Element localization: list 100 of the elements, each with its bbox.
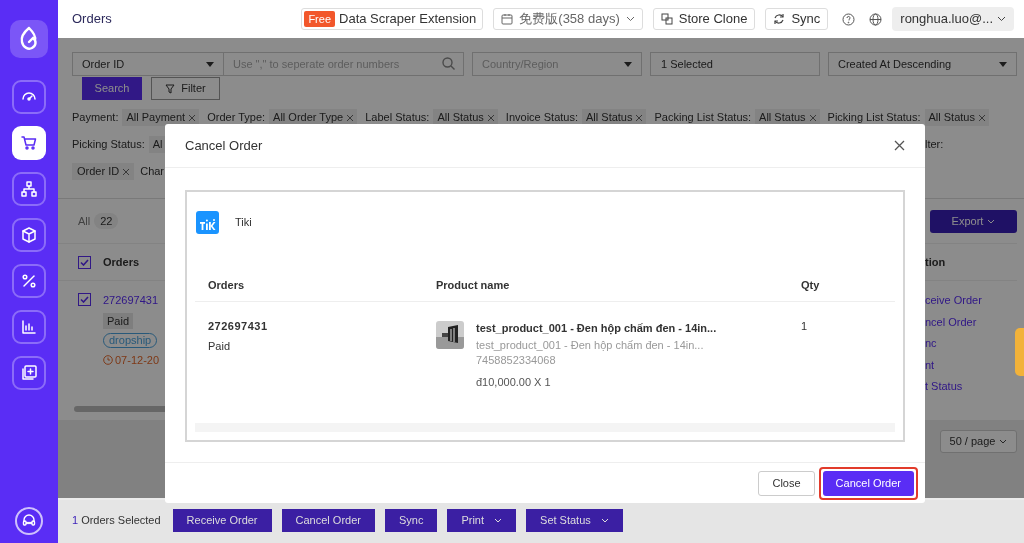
close-icon: [347, 114, 354, 121]
help-icon[interactable]: [842, 12, 856, 26]
sidebar-item[interactable]: [12, 264, 46, 298]
search-button[interactable]: Search: [82, 77, 142, 100]
action-button[interactable]: Set Status: [526, 509, 623, 532]
filter-label: Label Status:: [365, 110, 430, 126]
add-copy-icon: [21, 365, 37, 381]
selected-count: 1: [72, 513, 79, 529]
action-button[interactable]: Sync: [384, 509, 438, 532]
sidebar-item[interactable]: [12, 172, 46, 206]
action-link[interactable]: nt: [925, 356, 1017, 373]
close-icon: [189, 114, 196, 121]
search-icon: [442, 57, 455, 70]
cancel-order-button[interactable]: Cancel Order: [822, 470, 914, 496]
sidebar-item[interactable]: [12, 126, 46, 160]
clone-icon: [660, 13, 673, 25]
filter-button[interactable]: Filter: [151, 77, 220, 100]
sidebar-item[interactable]: [12, 310, 46, 344]
sort-select[interactable]: Created At Descending: [828, 52, 1017, 76]
free-badge: Free: [304, 11, 335, 27]
calendar-icon: [501, 13, 514, 25]
action-link[interactable]: t Status: [925, 378, 1017, 395]
order-date: 07-12-20: [115, 352, 160, 368]
filter-label: lter:: [925, 137, 945, 153]
column-header: Product name: [435, 278, 511, 294]
action-button[interactable]: Receive Order: [172, 509, 272, 532]
store-select[interactable]: 1 Selected: [650, 52, 820, 76]
sync-button[interactable]: Sync: [765, 8, 829, 30]
cube-icon: [21, 227, 37, 243]
close-button[interactable]: Close: [758, 470, 815, 496]
product-title: test_product_001 - Đen hộp chấm đen - 14in...: [476, 321, 717, 336]
filter-label: Payment:: [72, 110, 119, 126]
funnel-icon: [165, 83, 176, 94]
store-logo: [196, 211, 219, 234]
globe-icon[interactable]: [869, 12, 883, 26]
filter-chip[interactable]: Order ID: [72, 163, 135, 180]
chevron-down-icon: [999, 439, 1008, 444]
bar-chart-icon: [21, 319, 37, 335]
cart-icon: [21, 135, 37, 151]
filter-label: Packing List Status:: [654, 110, 752, 126]
order-number: 272697431: [208, 319, 269, 334]
close-icon: [809, 114, 816, 121]
order-link[interactable]: 272697431: [103, 292, 159, 309]
chevron-down-icon: [625, 16, 635, 22]
action-link[interactable]: ncel Order: [925, 313, 1017, 330]
sidebar-item[interactable]: [12, 80, 46, 114]
column-header: tion: [925, 254, 947, 270]
tab[interactable]: All: [78, 212, 91, 230]
caret-icon: [206, 61, 214, 67]
column-header: Orders: [207, 278, 246, 294]
percent-icon: [21, 273, 37, 289]
sidebar-item[interactable]: [12, 218, 46, 252]
field-select[interactable]: Order ID: [72, 52, 224, 76]
dialog-title: Cancel Order: [185, 136, 263, 155]
column-header: Qty: [800, 278, 820, 294]
extension-button[interactable]: Free Data Scraper Extension: [301, 8, 484, 30]
page-title: Orders: [72, 10, 112, 29]
close-icon: [636, 114, 643, 121]
refresh-icon: [773, 13, 786, 25]
support-headset-icon[interactable]: [15, 507, 43, 535]
close-icon: [123, 168, 130, 175]
plan-select[interactable]: 免费版(358 days): [493, 8, 643, 30]
filter-label: Invoice Status:: [505, 110, 578, 126]
hierarchy-icon: [21, 181, 37, 197]
filter-chip[interactable]: All Payment: [122, 109, 200, 126]
page-size-select[interactable]: 50 / page: [940, 430, 1017, 453]
filter-label: Picking Status:: [72, 137, 145, 153]
caret-icon: [999, 61, 1007, 67]
filter-label: Order Type:: [207, 110, 266, 126]
account-menu[interactable]: ronghua.luo@...: [892, 7, 1014, 31]
store-clone-button[interactable]: Store Clone: [652, 8, 756, 30]
sidebar-item[interactable]: [12, 356, 46, 390]
product-variant: test_product_001 - Đen hộp chấm đen - 14in...: [476, 338, 705, 353]
checkbox[interactable]: [78, 293, 91, 306]
action-link[interactable]: nc: [925, 335, 1017, 352]
close-icon: [978, 114, 985, 121]
export-button[interactable]: Export: [930, 209, 1017, 233]
product-price: đ10,000.00 X 1: [476, 375, 552, 390]
action-button[interactable]: Cancel Order: [281, 509, 375, 532]
status-tag: Paid: [103, 312, 134, 329]
close-icon: [487, 114, 494, 121]
product-sku: 7458852334068: [476, 353, 557, 368]
close-icon[interactable]: [894, 140, 905, 151]
action-button[interactable]: Print: [447, 509, 517, 532]
store-name: Tiki: [235, 215, 252, 231]
caret-icon: [624, 61, 632, 67]
checkbox[interactable]: [78, 255, 91, 269]
count-badge: 22: [94, 212, 119, 230]
chevron-down-icon: [494, 518, 503, 523]
order-status: Paid: [208, 338, 232, 354]
quantity: 1: [800, 319, 808, 334]
action-link[interactable]: ceive Order: [925, 292, 1017, 309]
chevron-down-icon: [600, 518, 609, 523]
selected-label: Orders Selected: [81, 513, 161, 529]
chevron-down-icon: [987, 218, 996, 224]
clock-icon: [103, 354, 113, 365]
filter-label: Picking List Status:: [827, 110, 921, 126]
filter-tag[interactable]: Al: [148, 136, 167, 153]
app-logo: [10, 20, 48, 58]
filter-chip[interactable]: All Status: [924, 109, 989, 126]
